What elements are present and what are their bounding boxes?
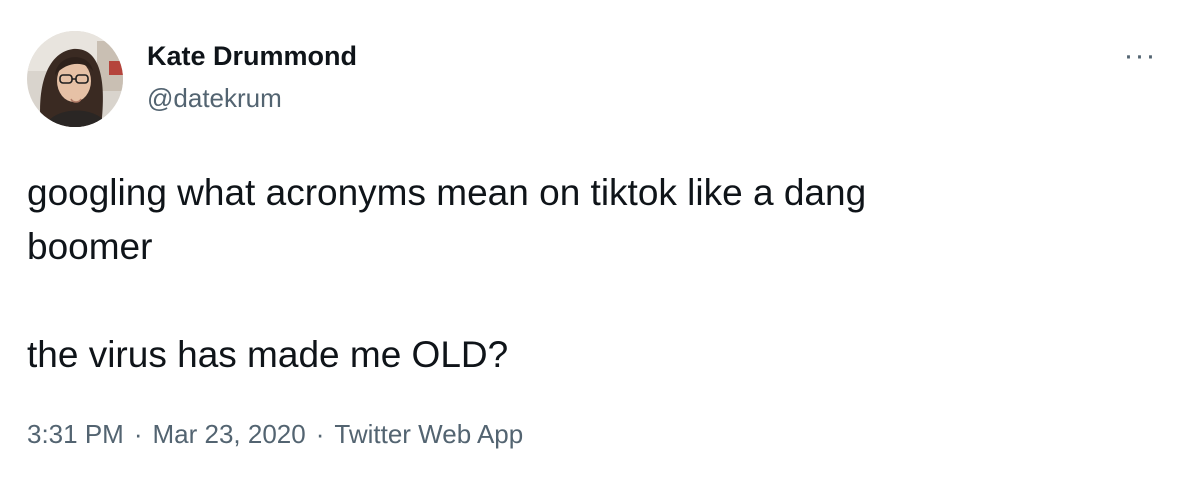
paragraph-break <box>27 274 1127 328</box>
tweet-date[interactable]: Mar 23, 2020 <box>153 419 306 449</box>
author-name[interactable]: Kate Drummond <box>147 41 357 72</box>
tweet-source[interactable]: Twitter Web App <box>334 419 523 449</box>
author-handle[interactable]: @datekrum <box>147 83 282 114</box>
more-options-button[interactable]: ··· <box>1114 38 1166 74</box>
tweet-time[interactable]: 3:31 PM <box>27 419 124 449</box>
tweet-metadata: 3:31 PM · Mar 23, 2020 · Twitter Web App <box>27 419 523 450</box>
separator-dot: · <box>133 419 143 449</box>
avatar-photo <box>27 31 123 127</box>
tweet-card: Kate Drummond @datekrum ··· googling wha… <box>0 0 1189 485</box>
tweet-text: googling what acronyms mean on tiktok li… <box>27 166 1127 382</box>
avatar[interactable] <box>27 31 123 127</box>
tweet-text-line: boomer <box>27 226 153 267</box>
tweet-text-line: the virus has made me OLD? <box>27 334 509 375</box>
separator-dot: · <box>315 419 325 449</box>
more-horizontal-icon: ··· <box>1123 39 1157 72</box>
tweet-text-line: googling what acronyms mean on tiktok li… <box>27 172 867 213</box>
